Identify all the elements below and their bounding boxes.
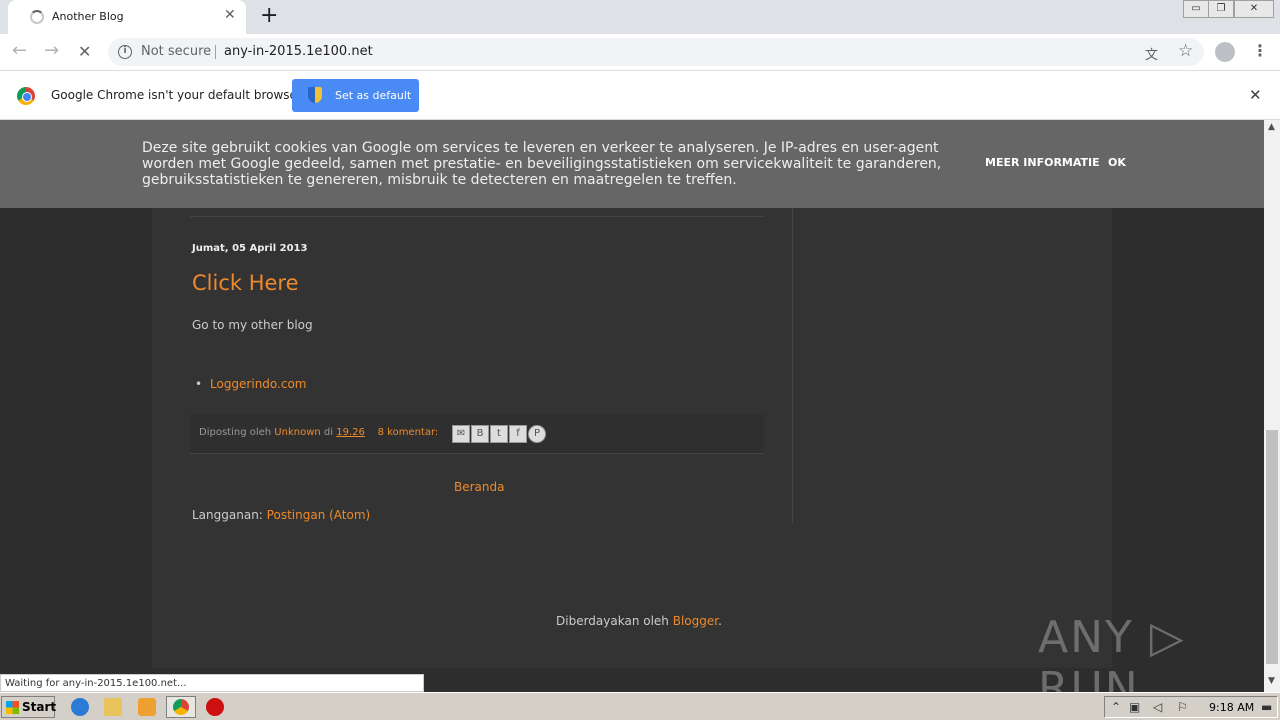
post-time-link[interactable]: 19.26 [336,427,365,438]
cookie-notice-text: Deze site gebruikt cookies van Google om… [142,140,942,188]
tab-strip: Another Blog ✕ + ▭ ❐ ✕ [0,0,1280,34]
powered-by: Diberdayakan oleh Blogger. [556,614,722,628]
stop-button[interactable]: ✕ [78,42,91,61]
cookie-ok-button[interactable]: OK [1108,156,1126,169]
new-tab-button[interactable]: + [260,3,278,28]
more-info-button[interactable]: MEER INFORMATIE [985,156,1100,169]
post-footer: Diposting oleh Unknown di 19.26 8 koment… [190,414,764,454]
infobar-close-icon[interactable]: ✕ [1249,86,1262,104]
cookie-banner: Deze site gebruikt cookies van Google om… [0,120,1264,208]
share-twitter-icon[interactable]: t [490,425,508,443]
share-email-icon[interactable]: ✉ [452,425,470,443]
media-player-icon[interactable] [138,698,156,716]
taskbar: Start ⌃ ▣ ◁ ⚐ 9:18 AM ▬ [0,692,1280,720]
at-label: di [323,427,334,438]
start-label: Start [22,700,57,714]
clock[interactable]: 9:18 AM [1209,701,1254,714]
infobar-message: Google Chrome isn't your default browser [51,88,302,102]
url-text[interactable]: any-in-2015.1e100.net [224,44,373,59]
system-tray: ⌃ ▣ ◁ ⚐ 9:18 AM ▬ [1104,696,1278,718]
forward-button[interactable]: → [44,40,59,61]
info-icon[interactable]: i [118,45,132,59]
powered-by-label: Diberdayakan oleh [556,614,669,628]
comments-link[interactable]: 8 komentar: [378,427,439,438]
subscribe-line: Langganan: Postingan (Atom) [192,508,370,522]
set-as-default-label: Set as default [335,89,412,102]
back-button[interactable]: ← [12,40,27,61]
address-bar[interactable]: i Not secure any-in-2015.1e100.net 文 ☆ [108,38,1204,66]
author-link[interactable]: Unknown [274,427,320,438]
post-body-text: Go to my other blog [192,318,313,332]
start-button[interactable]: Start [1,696,57,718]
post-meta: Diposting oleh Unknown di 19.26 8 koment… [199,427,438,438]
tab-title: Another Blog [52,10,124,23]
list-item-link[interactable]: Loggerindo.com [195,377,306,391]
anyrun-watermark-logo: ANY ▷ RUN [1038,612,1186,692]
tab-close-icon[interactable]: ✕ [224,7,236,23]
internet-explorer-icon[interactable] [71,698,89,716]
uac-shield-icon [308,87,322,103]
set-as-default-button[interactable]: Set as default [292,79,419,112]
status-bubble: Waiting for any-in-2015.1e100.net... [0,674,424,692]
atom-feed-link[interactable]: Postingan (Atom) [267,508,371,522]
restore-button[interactable]: ❐ [1208,0,1234,18]
tab-another-blog[interactable]: Another Blog ✕ [8,0,246,34]
blogger-link[interactable]: Blogger [673,614,718,628]
minimize-button[interactable]: ▭ [1183,0,1209,18]
post-divider [190,216,764,217]
tray-expand-icon[interactable]: ⌃ [1111,700,1121,714]
bookmark-star-icon[interactable]: ☆ [1178,41,1193,61]
chrome-taskbar-button[interactable] [166,696,196,718]
volume-icon[interactable]: ◁ [1153,700,1162,714]
powered-period: . [718,614,722,628]
home-link[interactable]: Beranda [454,480,504,494]
share-pinterest-icon[interactable]: P [528,425,546,443]
scroll-up-icon[interactable]: ▲ [1268,122,1275,132]
share-facebook-icon[interactable]: f [509,425,527,443]
chrome-taskbar-icon [173,699,189,715]
page-viewport: Jumat, 05 April 2013 Click Here Go to my… [0,120,1264,692]
subscribe-label: Langganan: [192,508,263,522]
file-explorer-icon[interactable] [104,698,122,716]
default-browser-infobar: Google Chrome isn't your default browser… [0,71,1280,120]
browser-toolbar: ← → ✕ i Not secure any-in-2015.1e100.net… [0,34,1280,71]
opera-icon[interactable] [206,698,224,716]
chrome-menu-icon[interactable]: ⋮ [1252,41,1268,60]
omnibox-divider [215,45,216,59]
translate-icon[interactable]: 文 [1145,44,1158,63]
share-blogger-icon[interactable]: B [471,425,489,443]
action-center-flag-icon[interactable]: ⚐ [1177,700,1188,714]
scroll-down-icon[interactable]: ▼ [1268,676,1275,686]
scroll-thumb[interactable] [1266,430,1278,664]
posted-by-label: Diposting oleh [199,427,272,438]
close-window-button[interactable]: ✕ [1234,0,1274,18]
post-date: Jumat, 05 April 2013 [192,243,308,254]
loading-spinner-icon [30,10,44,24]
sidebar-divider [792,208,793,524]
chrome-logo-icon [17,87,35,105]
share-buttons: ✉ B t f P [452,425,546,443]
page-scrollbar[interactable]: ▲ ▼ [1264,120,1280,692]
windows-logo-icon [6,701,19,714]
security-label[interactable]: Not secure [141,44,211,59]
network-icon[interactable]: ▣ [1129,700,1140,714]
show-desktop-icon[interactable]: ▬ [1261,700,1272,714]
profile-avatar-icon[interactable] [1215,42,1235,62]
post-title-link[interactable]: Click Here [192,271,299,295]
